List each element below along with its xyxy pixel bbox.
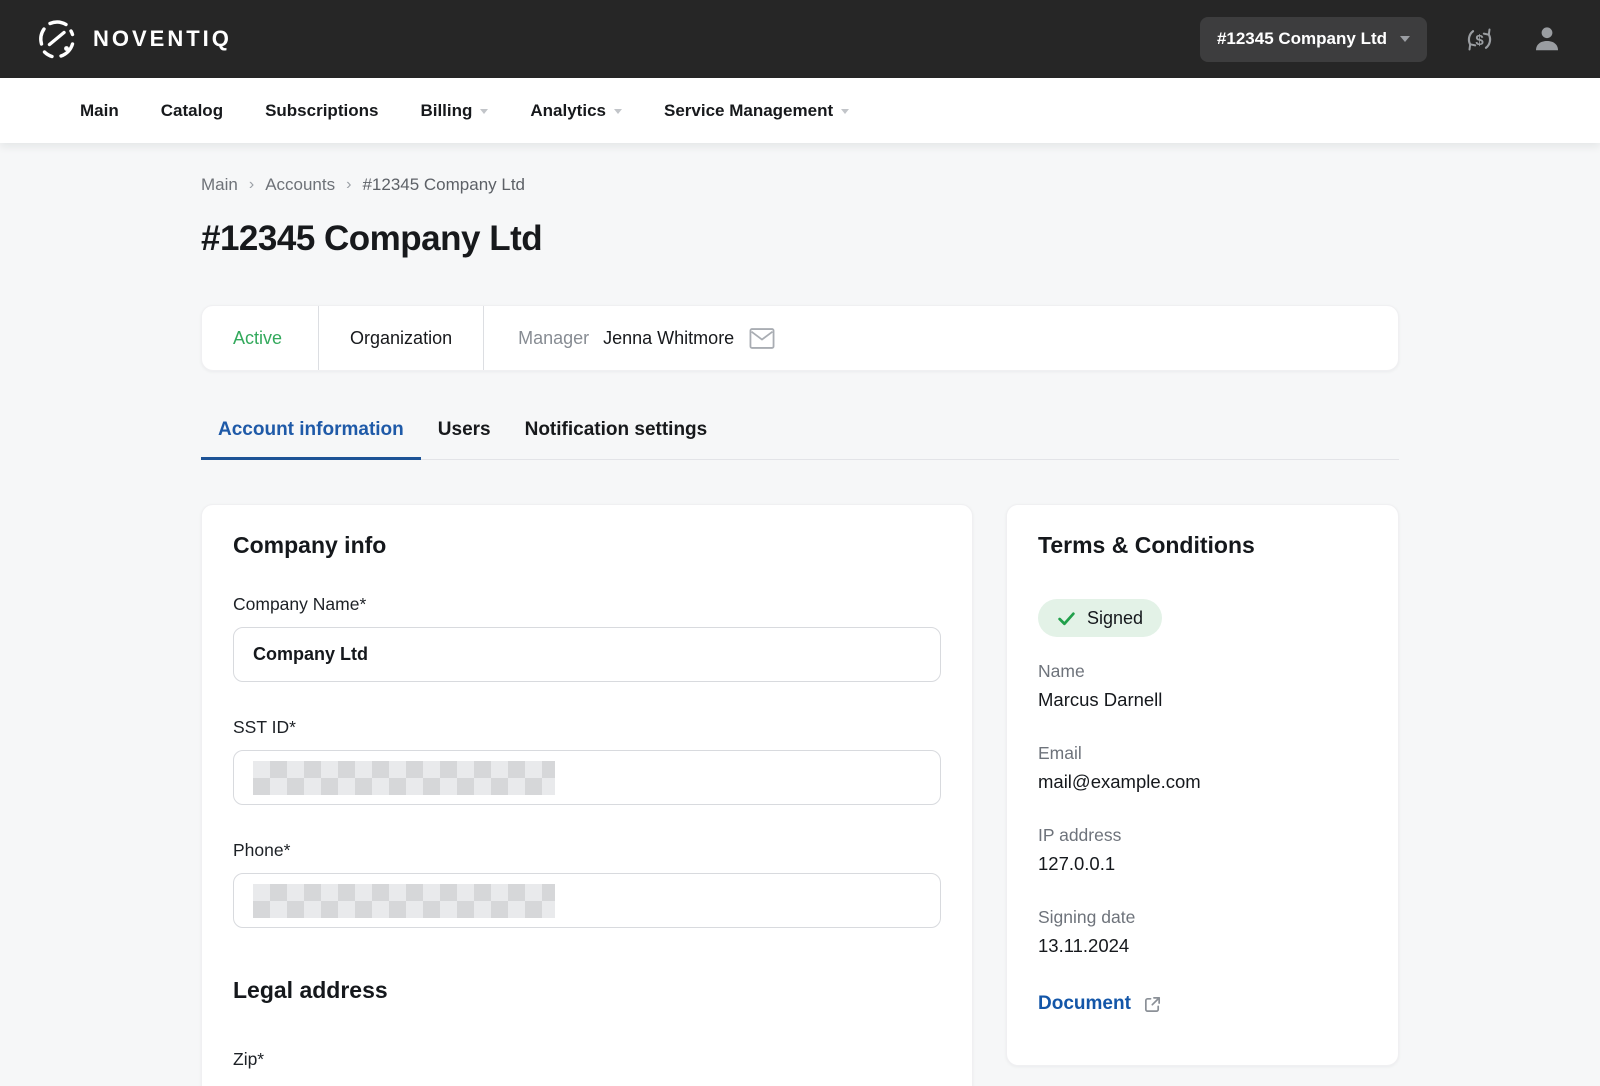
noventiq-globe-icon	[35, 17, 79, 61]
breadcrumb-main[interactable]: Main	[201, 175, 238, 195]
phone-label: Phone*	[233, 839, 941, 861]
signed-status-badge: Signed	[1038, 599, 1162, 637]
signer-name-value: Marcus Darnell	[1038, 689, 1367, 711]
currency-exchange-button[interactable]: $	[1463, 23, 1496, 56]
nav-item-billing[interactable]: Billing	[420, 101, 488, 121]
terms-conditions-card: Terms & Conditions Signed Name Marcus Da…	[1006, 504, 1399, 1066]
signing-date-value: 13.11.2024	[1038, 935, 1367, 957]
brand-name: NOVENTIQ	[93, 26, 232, 52]
breadcrumb-accounts[interactable]: Accounts	[265, 175, 335, 195]
svg-text:$: $	[1475, 31, 1484, 48]
user-profile-button[interactable]	[1532, 24, 1562, 54]
top-header: NOVENTIQ #12345 Company Ltd $	[0, 0, 1600, 78]
company-name-field-group: Company Name*	[233, 593, 941, 682]
signer-email-label: Email	[1038, 743, 1367, 763]
terms-title: Terms & Conditions	[1038, 531, 1367, 559]
signing-date-label: Signing date	[1038, 907, 1367, 927]
account-status-badge: Active	[202, 306, 318, 370]
company-info-card: Company info Company Name* SST ID* Phone…	[201, 504, 973, 1086]
check-icon	[1057, 609, 1076, 628]
main-navigation: Main Catalog Subscriptions Billing Analy…	[0, 78, 1600, 143]
nav-item-subscriptions[interactable]: Subscriptions	[265, 101, 378, 121]
currency-exchange-icon: $	[1463, 23, 1496, 56]
legal-address-title: Legal address	[233, 976, 941, 1004]
account-selector-dropdown[interactable]: #12345 Company Ltd	[1200, 17, 1427, 62]
sst-id-label: SST ID*	[233, 716, 941, 738]
chevron-down-icon	[1400, 36, 1410, 42]
redacted-value	[253, 884, 555, 918]
company-info-title: Company info	[233, 531, 941, 559]
sst-id-field-group: SST ID*	[233, 716, 941, 805]
noventiq-logo[interactable]: NOVENTIQ	[35, 17, 232, 61]
nav-item-service-management[interactable]: Service Management	[664, 101, 849, 121]
signer-name-group: Name Marcus Darnell	[1038, 661, 1367, 711]
account-tabs: Account information Users Notification s…	[201, 401, 1399, 460]
account-status-card: Active Organization Manager Jenna Whitmo…	[201, 305, 1399, 371]
redacted-value	[253, 761, 555, 795]
account-selector-label: #12345 Company Ltd	[1217, 29, 1387, 49]
zip-label: Zip*	[233, 1048, 941, 1070]
manager-name: Jenna Whitmore	[603, 328, 734, 349]
signing-date-group: Signing date 13.11.2024	[1038, 907, 1367, 957]
tab-account-information[interactable]: Account information	[201, 401, 421, 459]
document-link-label: Document	[1038, 993, 1131, 1015]
chevron-down-icon	[614, 109, 622, 114]
nav-item-catalog[interactable]: Catalog	[161, 101, 223, 121]
ip-address-group: IP address 127.0.0.1	[1038, 825, 1367, 875]
signer-email-group: Email mail@example.com	[1038, 743, 1367, 793]
signer-email-value: mail@example.com	[1038, 771, 1367, 793]
nav-item-main[interactable]: Main	[80, 101, 119, 121]
breadcrumb-separator: ›	[346, 176, 351, 194]
external-link-icon	[1143, 995, 1162, 1014]
chevron-down-icon	[480, 109, 488, 114]
signed-badge-label: Signed	[1087, 608, 1143, 629]
nav-item-analytics[interactable]: Analytics	[530, 101, 622, 121]
document-link[interactable]: Document	[1038, 993, 1162, 1015]
sst-id-input[interactable]	[233, 750, 941, 805]
breadcrumb-current: #12345 Company Ltd	[362, 175, 525, 195]
company-name-input[interactable]	[233, 627, 941, 682]
company-name-value[interactable]	[253, 644, 921, 665]
manager-info: Manager Jenna Whitmore	[484, 306, 809, 370]
account-type: Organization	[319, 306, 483, 370]
page-title: #12345 Company Ltd	[201, 219, 1399, 259]
phone-input[interactable]	[233, 873, 941, 928]
phone-field-group: Phone*	[233, 839, 941, 928]
chevron-down-icon	[841, 109, 849, 114]
manager-label: Manager	[518, 328, 589, 349]
zip-field-group: Zip*	[233, 1048, 941, 1070]
breadcrumb-separator: ›	[249, 176, 254, 194]
page-content: Main › Accounts › #12345 Company Ltd #12…	[201, 143, 1399, 1086]
tab-notification-settings[interactable]: Notification settings	[508, 401, 725, 459]
breadcrumb: Main › Accounts › #12345 Company Ltd	[201, 175, 1399, 195]
user-icon	[1532, 24, 1562, 54]
mail-icon[interactable]	[749, 328, 775, 349]
company-name-label: Company Name*	[233, 593, 941, 615]
signer-name-label: Name	[1038, 661, 1367, 681]
tab-users[interactable]: Users	[421, 401, 508, 459]
ip-address-value: 127.0.0.1	[1038, 853, 1367, 875]
ip-address-label: IP address	[1038, 825, 1367, 845]
